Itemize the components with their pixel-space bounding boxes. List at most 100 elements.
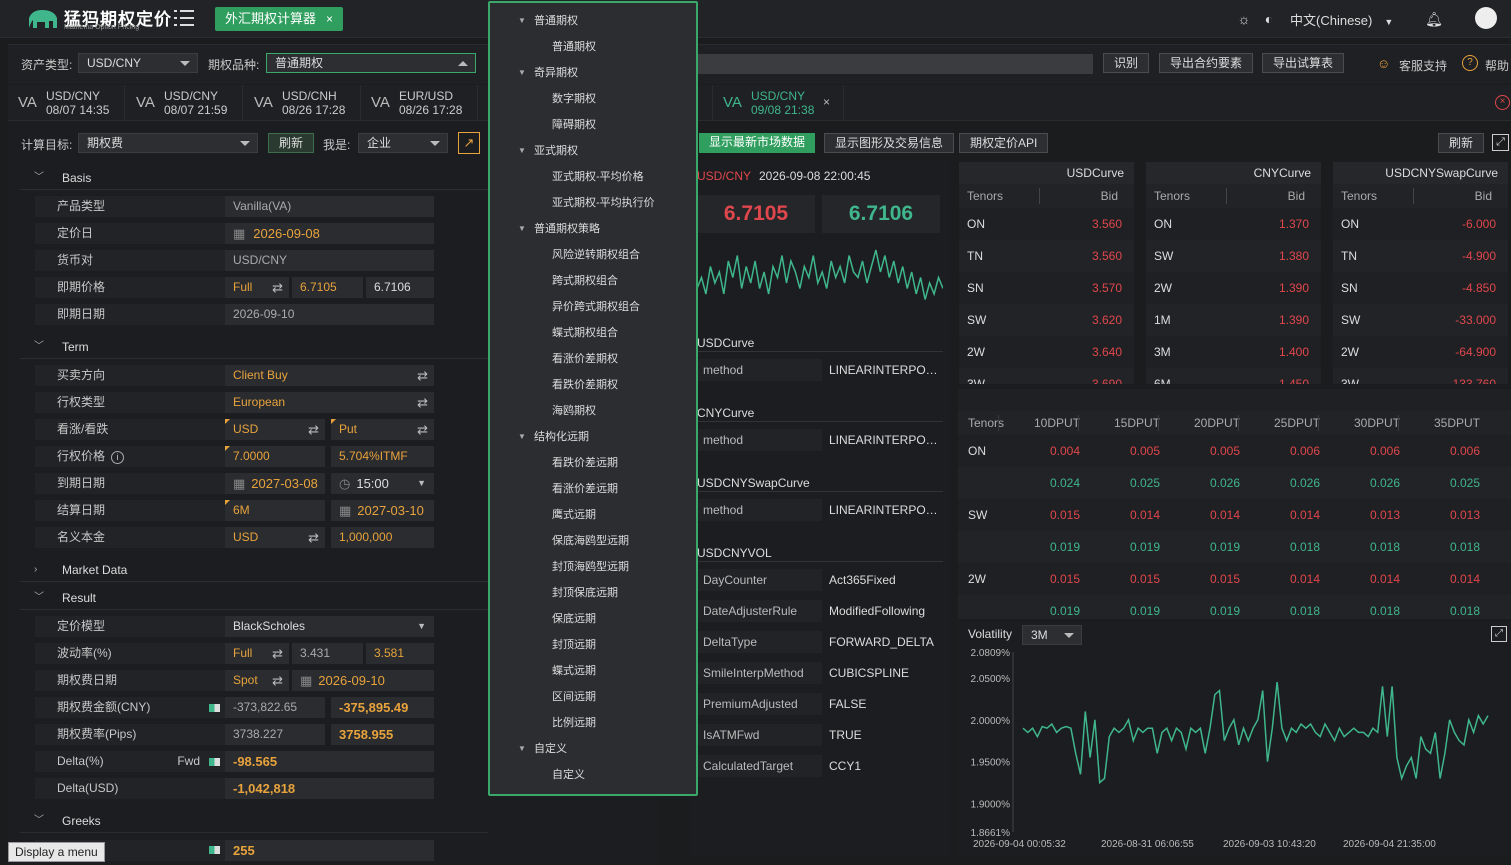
help-link[interactable]: 帮助 (1485, 57, 1509, 74)
language-select[interactable]: 中文(Chinese) ▼ (1290, 10, 1393, 29)
table-row[interactable]: 0.019 0.019 0.019 0.018 0.018 0.018 (958, 531, 1511, 563)
section-greeks[interactable]: ﹀ Greeks (20, 809, 488, 833)
pricing-date-input[interactable]: ▦ 2026-09-08 (225, 223, 434, 244)
dropdown-item[interactable]: 海鸥期权 (552, 398, 596, 424)
table-row[interactable]: 2W 0.015 0.015 0.015 0.014 0.014 0.014 (958, 563, 1511, 595)
dropdown-item[interactable]: 看涨价差期权 (552, 346, 618, 372)
table-row[interactable]: 2W 1.390 (1146, 272, 1321, 304)
premium-date-mode-select[interactable]: Spot ⇄ (225, 670, 289, 691)
expiry-date-input[interactable]: ▦ 2027-03-08 (225, 473, 325, 494)
exercise-type-select[interactable]: European ⇄ (225, 392, 434, 413)
close-icon[interactable]: × (326, 12, 333, 26)
table-row[interactable]: ON 0.004 0.005 0.005 0.006 0.006 0.006 (958, 435, 1511, 467)
avatar[interactable] (1475, 7, 1497, 29)
info-icon[interactable]: i (111, 451, 125, 464)
quote-tab[interactable]: VA EUR/USD 08/26 17:28 (361, 85, 478, 121)
section-basis[interactable]: ﹀ Basis (20, 166, 488, 190)
expand-icon[interactable]: ⤢ (1492, 134, 1509, 151)
table-row[interactable]: SN 3.570 (959, 272, 1134, 304)
settle-tenor-input[interactable]: 6M (225, 500, 325, 521)
dropdown-group[interactable]: 普通期权策略 ▼ (518, 216, 600, 242)
dropdown-item[interactable]: 数字期权 (552, 86, 596, 112)
spot-ask-input[interactable]: 6.7106 (366, 277, 434, 298)
show-graph-button[interactable]: 显示图形及交易信息 (824, 133, 955, 153)
section-market-data[interactable]: › Market Data (20, 558, 488, 582)
asset-type-select[interactable]: USD/CNY (78, 53, 198, 73)
dropdown-item[interactable]: 亚式期权-平均价格 (552, 164, 644, 190)
table-row[interactable]: ON -6.000 (1333, 208, 1508, 240)
table-row[interactable]: TN -4.900 (1333, 240, 1508, 272)
me-select[interactable]: 企业 (358, 133, 448, 153)
dropdown-group[interactable]: 自定义 ▼ (518, 736, 567, 762)
premium-date-input[interactable]: ▦ 2026-09-10 (292, 670, 434, 691)
export-icon[interactable]: ↗ (458, 132, 480, 154)
menu-icon[interactable] (174, 10, 194, 26)
dropdown-item[interactable]: 看跌价差期权 (552, 372, 618, 398)
dropdown-item[interactable]: 看跌价差远期 (552, 450, 618, 476)
expiry-time-select[interactable]: ◷ 15:00 ▼ (331, 473, 434, 494)
dropdown-item[interactable]: 蝶式远期 (552, 658, 596, 684)
table-row[interactable]: SW 1.380 (1146, 240, 1321, 272)
call-put-select[interactable]: Put ⇄ (331, 419, 434, 440)
expand-icon[interactable]: ⤢ (1491, 626, 1507, 642)
support-icon[interactable]: ☺ (1377, 56, 1390, 71)
dropdown-item[interactable]: 比例远期 (552, 710, 596, 736)
dropdown-item[interactable]: 蝶式期权组合 (552, 320, 618, 346)
notional-ccy-select[interactable]: USD ⇄ (225, 527, 325, 548)
toggle-icon[interactable] (209, 704, 220, 712)
call-put-ccy-select[interactable]: USD ⇄ (225, 419, 325, 440)
dropdown-item[interactable]: 风险逆转期权组合 (552, 242, 640, 268)
table-row[interactable]: 6M 1.450 (1146, 368, 1321, 384)
option-type-select[interactable]: 普通期权 (266, 53, 476, 73)
spot-bid-input[interactable]: 6.7105 (292, 277, 363, 298)
pricing-api-button[interactable]: 期权定价API (959, 133, 1049, 153)
table-row[interactable]: SW 3.620 (959, 304, 1134, 336)
spot-mode-select[interactable]: Full ⇄ (225, 277, 289, 298)
table-row[interactable]: 0.024 0.025 0.026 0.026 0.026 0.025 (958, 467, 1511, 499)
dropdown-item[interactable]: 自定义 (552, 762, 585, 788)
table-row[interactable]: 1M 1.390 (1146, 304, 1321, 336)
table-row[interactable]: 2W -64.900 (1333, 336, 1508, 368)
dropdown-item[interactable]: 异价跨式期权组合 (552, 294, 640, 320)
table-row[interactable]: 3M 1.400 (1146, 336, 1321, 368)
refresh-button[interactable]: 刷新 (268, 133, 315, 153)
tab-fx-calculator[interactable]: 外汇期权计算器 × (215, 7, 344, 31)
market-refresh-button[interactable]: 刷新 (1438, 133, 1485, 153)
quote-tab[interactable]: VA USD/CNH 08/26 17:28 (244, 85, 361, 121)
dropdown-item[interactable]: 普通期权 (552, 34, 596, 60)
dropdown-item[interactable]: 区间远期 (552, 684, 596, 710)
section-term[interactable]: ﹀ Term (20, 335, 488, 359)
dropdown-item[interactable]: 鹰式远期 (552, 502, 596, 528)
dropdown-group[interactable]: 奇异期权 ▼ (518, 60, 578, 86)
dropdown-item[interactable]: 封顶海鸥型远期 (552, 554, 629, 580)
vol-mode-select[interactable]: Full ⇄ (225, 643, 289, 664)
calc-target-select[interactable]: 期权费 (78, 133, 258, 153)
close-all-icon[interactable]: × (1495, 95, 1510, 110)
vol-ask-input[interactable]: 3.581 (366, 643, 434, 664)
table-row[interactable]: TN 3.560 (959, 240, 1134, 272)
table-row[interactable]: SN -4.850 (1333, 272, 1508, 304)
toggle-icon[interactable] (209, 758, 220, 766)
strike-pct-input[interactable]: 5.704%ITMF (331, 446, 434, 467)
toggle-icon[interactable] (209, 846, 220, 854)
quote-tab[interactable]: VA USD/CNY 08/07 14:35 (8, 85, 125, 121)
table-row[interactable]: ON 3.560 (959, 208, 1134, 240)
dropdown-group[interactable]: 结构化远期 ▼ (518, 424, 589, 450)
close-icon[interactable]: × (823, 95, 830, 109)
table-row[interactable]: 3W -133.760 (1333, 368, 1508, 384)
dropdown-item[interactable]: 看涨价差远期 (552, 476, 618, 502)
dropdown-item[interactable]: 亚式期权-平均执行价 (552, 190, 655, 216)
quote-tab-active[interactable]: VA USD/CNY 09/08 21:38 × (712, 85, 844, 121)
recognize-input[interactable] (698, 54, 1093, 74)
direction-select[interactable]: Client Buy ⇄ (225, 365, 434, 386)
export-calc-button[interactable]: 导出试算表 (1262, 53, 1345, 73)
dropdown-item[interactable]: 封顶远期 (552, 632, 596, 658)
table-row[interactable]: SW -33.000 (1333, 304, 1508, 336)
help-icon[interactable]: ? (1462, 55, 1478, 71)
table-row[interactable]: 3W 3.690 (959, 368, 1134, 384)
dropdown-item[interactable]: 保底远期 (552, 606, 596, 632)
notional-input[interactable]: 1,000,000 (331, 527, 434, 548)
dropdown-group[interactable]: 亚式期权 ▼ (518, 138, 578, 164)
bell-icon[interactable]: 🔔︎ (1425, 10, 1443, 28)
dropdown-item[interactable]: 跨式期权组合 (552, 268, 618, 294)
